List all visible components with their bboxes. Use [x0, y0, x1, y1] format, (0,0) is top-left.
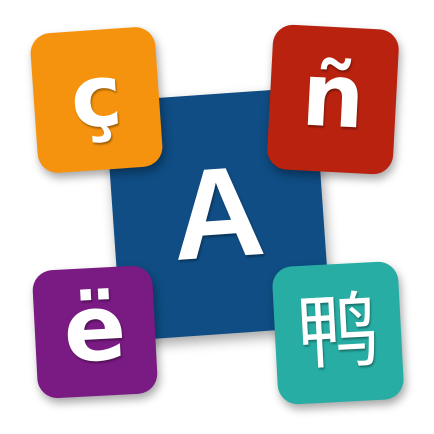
tile-chinese-duck: 鸭	[271, 260, 405, 406]
tile-n-tilde: ñ	[266, 23, 400, 176]
tile-c-cedilla: ç	[29, 25, 164, 175]
tile-glyph: 鸭	[294, 282, 382, 383]
tile-glyph: ë	[60, 273, 129, 384]
tile-e-diaeresis: ë	[31, 264, 159, 400]
tile-glyph: ç	[67, 45, 126, 149]
tile-glyph: ñ	[299, 41, 368, 149]
app-icon: A ç ñ ë 鸭	[0, 0, 434, 434]
tile-glyph: A	[166, 138, 270, 289]
